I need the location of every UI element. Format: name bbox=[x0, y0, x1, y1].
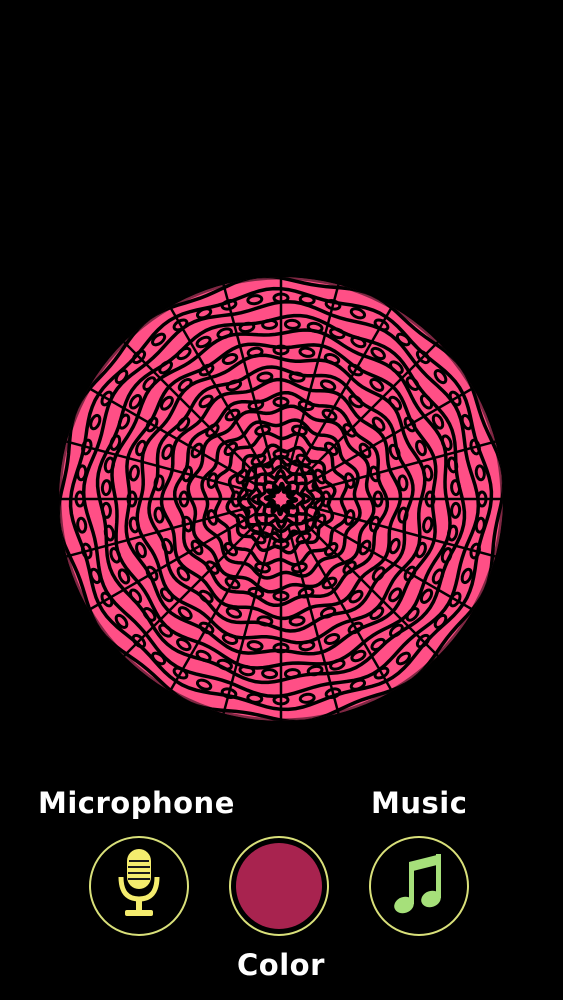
microphone-label: Microphone bbox=[38, 786, 235, 820]
color-swatch bbox=[236, 843, 322, 929]
music-label: Music bbox=[371, 786, 468, 820]
color-label: Color bbox=[237, 948, 325, 982]
app-screen: Microphone Music Color bbox=[0, 0, 563, 1000]
sound-visualizer bbox=[58, 276, 504, 722]
music-button[interactable] bbox=[369, 836, 469, 936]
color-button[interactable] bbox=[229, 836, 329, 936]
kaleidoscope-pattern bbox=[59, 277, 503, 721]
music-note-icon bbox=[393, 852, 445, 920]
microphone-button[interactable] bbox=[89, 836, 189, 936]
microphone-icon bbox=[117, 847, 161, 925]
